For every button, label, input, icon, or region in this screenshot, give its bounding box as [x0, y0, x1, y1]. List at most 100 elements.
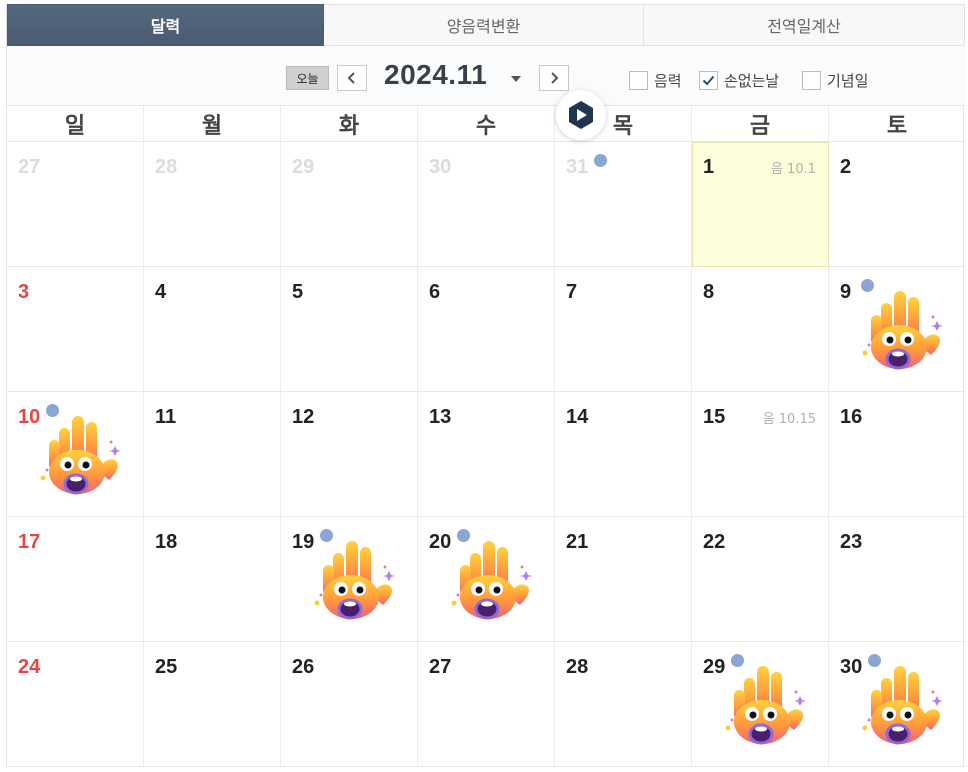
tab-calendar[interactable]: 달력	[7, 4, 324, 46]
day-number: 21	[566, 531, 589, 553]
event-dot-icon	[594, 154, 607, 167]
lunar-date-label: 음 10.1	[770, 162, 816, 177]
day-cell[interactable]: 28	[144, 142, 281, 267]
day-cell[interactable]: 15 음 10.15	[692, 392, 829, 517]
week-row: 10 11 12 13 14 15 음 10.15 16	[7, 392, 965, 517]
day-cell[interactable]: 21	[555, 517, 692, 642]
day-cell[interactable]: 27	[7, 142, 144, 267]
day-cell[interactable]: 16	[829, 392, 965, 517]
day-cell[interactable]: 23	[829, 517, 965, 642]
day-number: 18	[155, 531, 178, 553]
day-cell[interactable]: 28	[555, 642, 692, 767]
chevron-left-icon	[347, 72, 355, 84]
day-number: 4	[155, 281, 167, 303]
day-cell[interactable]: 2	[829, 142, 965, 267]
day-cell[interactable]: 30	[418, 142, 555, 267]
day-cell[interactable]: 5	[281, 267, 418, 392]
prev-month-button[interactable]	[337, 65, 367, 91]
month-title[interactable]: 2024.11	[384, 59, 487, 91]
weekday-label: 월	[144, 106, 281, 142]
day-cell[interactable]: 1 음 10.1	[692, 142, 829, 267]
lunar-checkbox[interactable]	[629, 71, 648, 90]
weekday-header: 일월화수목금토	[7, 106, 965, 142]
day-cell[interactable]: 31	[555, 142, 692, 267]
anniversary-option-label: 기념일	[827, 72, 869, 90]
anniversary-option[interactable]: 기념일	[802, 70, 868, 91]
waving-hand-emoji-icon	[35, 406, 123, 502]
waving-hand-emoji-icon	[857, 656, 945, 752]
day-number: 14	[566, 406, 589, 428]
no-ghost-day-checkbox[interactable]	[699, 71, 718, 90]
day-number: 17	[18, 531, 41, 553]
day-number: 13	[429, 406, 452, 428]
day-number: 12	[292, 406, 315, 428]
day-cell[interactable]: 13	[418, 392, 555, 517]
caret-down-icon[interactable]	[511, 76, 521, 82]
day-number: 22	[703, 531, 726, 553]
day-number: 9	[840, 281, 852, 303]
day-cell[interactable]: 27	[418, 642, 555, 767]
day-cell[interactable]: 11	[144, 392, 281, 517]
day-number: 7	[566, 281, 578, 303]
day-cell[interactable]: 6	[418, 267, 555, 392]
tab-lunar-converter[interactable]: 양음력변환	[324, 4, 644, 46]
day-number: 6	[429, 281, 441, 303]
tab-discharge-calculator[interactable]: 전역일계산	[644, 4, 965, 46]
day-cell[interactable]: 3	[7, 267, 144, 392]
day-number: 11	[155, 406, 177, 428]
day-cell[interactable]: 22	[692, 517, 829, 642]
next-month-button[interactable]	[539, 65, 569, 91]
day-cell[interactable]: 17	[7, 517, 144, 642]
month-grid: 27 28 29 30 31 1 음 10.1 2 3 4 5 6 7 8 9 10 11 12 13 14 15 음 1…	[7, 142, 965, 767]
weekday-label: 일	[7, 106, 144, 142]
day-number: 27	[429, 656, 452, 678]
day-cell[interactable]: 10	[7, 392, 144, 517]
day-number: 29	[292, 156, 315, 178]
play-badge-icon	[569, 101, 593, 129]
no-ghost-day-option-label: 손없는날	[724, 72, 780, 90]
day-number: 1	[703, 156, 715, 178]
day-number: 15	[703, 406, 726, 428]
day-cell[interactable]: 30	[829, 642, 965, 767]
lunar-date-label: 음 10.15	[762, 412, 816, 427]
day-number: 16	[840, 406, 863, 428]
day-cell[interactable]: 14	[555, 392, 692, 517]
day-number: 26	[292, 656, 315, 678]
weekday-label: 토	[886, 114, 908, 139]
day-cell[interactable]: 18	[144, 517, 281, 642]
day-number: 8	[703, 281, 715, 303]
tab-bar: 달력 양음력변환 전역일계산	[7, 4, 965, 46]
floating-overlay-button[interactable]	[556, 90, 606, 140]
day-cell[interactable]: 29	[692, 642, 829, 767]
day-cell[interactable]: 26	[281, 642, 418, 767]
day-number: 3	[18, 281, 30, 303]
lunar-option-label: 음력	[654, 72, 682, 90]
day-cell[interactable]: 4	[144, 267, 281, 392]
calendar-widget: 달력 양음력변환 전역일계산 오늘 2024.11 음력 손없는날 기념일 일월…	[6, 4, 965, 767]
waving-hand-emoji-icon	[720, 656, 808, 752]
day-number: 31	[566, 156, 589, 178]
no-ghost-day-option[interactable]: 손없는날	[699, 70, 779, 91]
day-number: 5	[292, 281, 304, 303]
today-button[interactable]: 오늘	[286, 66, 329, 90]
day-cell[interactable]: 20	[418, 517, 555, 642]
chevron-right-icon	[551, 72, 559, 84]
week-row: 3 4 5 6 7 8 9	[7, 267, 965, 392]
weekday-label: 화	[281, 106, 418, 142]
day-cell[interactable]: 7	[555, 267, 692, 392]
day-cell[interactable]: 9	[829, 267, 965, 392]
waving-hand-emoji-icon	[857, 281, 945, 377]
day-cell[interactable]: 25	[144, 642, 281, 767]
day-cell[interactable]: 12	[281, 392, 418, 517]
day-cell[interactable]: 24	[7, 642, 144, 767]
day-cell[interactable]: 19	[281, 517, 418, 642]
waving-hand-emoji-icon	[446, 531, 534, 627]
week-row: 17 18 19 20 21 22 23	[7, 517, 965, 642]
day-number: 25	[155, 656, 178, 678]
day-cell[interactable]: 29	[281, 142, 418, 267]
calendar-toolbar: 오늘 2024.11 음력 손없는날 기념일	[7, 46, 965, 106]
checkmark-icon	[702, 75, 715, 86]
anniversary-checkbox[interactable]	[802, 71, 821, 90]
lunar-option[interactable]: 음력	[629, 70, 682, 91]
day-cell[interactable]: 8	[692, 267, 829, 392]
